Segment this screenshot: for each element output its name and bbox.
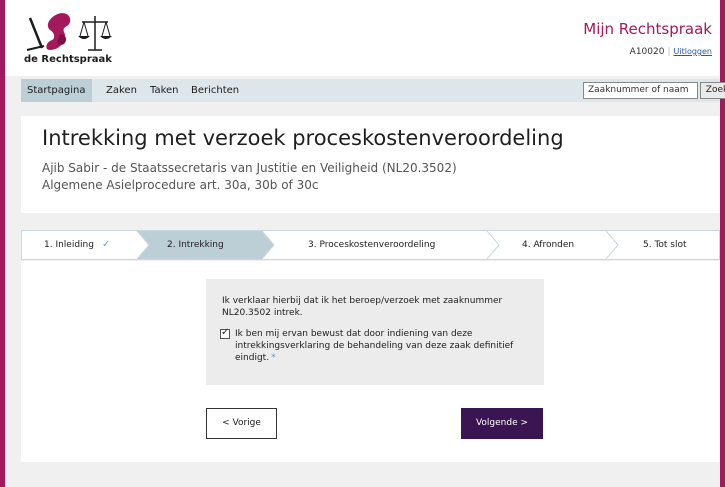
logo-text: de Rechtspraak	[24, 54, 112, 65]
form-content: Ik verklaar hierbij dat ik het beroep/ve…	[21, 261, 720, 462]
step-3-proceskostenveroordeling[interactable]: 3. Proceskostenveroordeling	[308, 231, 435, 259]
nav-zaken[interactable]: Zaken	[100, 79, 143, 102]
site-header: de Rechtspraak Mijn Rechtspraak A10020 | U…	[5, 0, 720, 76]
search-input[interactable]: Zaaknummer of naam	[583, 82, 698, 99]
case-procedure: Algemene Asielprocedure art. 30a, 30b of…	[42, 178, 319, 192]
search-button[interactable]: Zoek	[700, 82, 725, 99]
nav-berichten[interactable]: Berichten	[185, 79, 245, 102]
user-bar: A10020 | Uitloggen	[630, 47, 712, 57]
confirm-checkbox-label[interactable]: Ik ben mij ervan bewust dat door indieni…	[235, 328, 535, 364]
title-panel: Intrekking met verzoek proceskostenveroo…	[21, 116, 720, 213]
required-marker: *	[271, 353, 276, 363]
page-frame: de Rechtspraak Mijn Rechtspraak A10020 | U…	[5, 0, 725, 487]
step-5-tot-slot[interactable]: 5. Tot slot	[643, 231, 687, 259]
progress-steps: 1. Inleiding ✓ 2. Intrekking 3. Proceskos…	[21, 230, 720, 260]
confirm-checkbox[interactable]	[220, 327, 230, 339]
step-4-afronden[interactable]: 4. Afronden	[522, 231, 574, 259]
page-title: Intrekking met verzoek proceskostenveroo…	[42, 126, 564, 150]
user-id: A10020	[629, 47, 665, 57]
nav-startpagina[interactable]: Startpagina	[21, 79, 92, 102]
previous-button[interactable]: < Vorige	[206, 408, 277, 439]
logout-link[interactable]: Uitloggen	[674, 47, 712, 56]
declaration-text: Ik verklaar hierbij dat ik het beroep/ve…	[222, 296, 503, 318]
checkmark-icon: ✓	[101, 239, 111, 250]
case-parties: Ajib Sabir - de Staatssecretaris van Jus…	[42, 161, 457, 175]
checkbox-label-text: Ik ben mij ervan bewust dat door indieni…	[235, 329, 514, 363]
separator: |	[667, 47, 671, 57]
nav-taken[interactable]: Taken	[144, 79, 185, 102]
main-nav: Startpagina Zaken Taken Berichten Zaaknu…	[21, 79, 725, 102]
step-2-intrekking[interactable]: 2. Intrekking	[167, 231, 224, 259]
step-label: 1. Inleiding	[44, 240, 94, 250]
declaration-box: Ik verklaar hierbij dat ik het beroep/ve…	[206, 279, 544, 385]
step-1-inleiding[interactable]: 1. Inleiding ✓	[44, 231, 110, 259]
next-button[interactable]: Volgende >	[461, 408, 543, 439]
brand-title: Mijn Rechtspraak	[583, 20, 712, 38]
